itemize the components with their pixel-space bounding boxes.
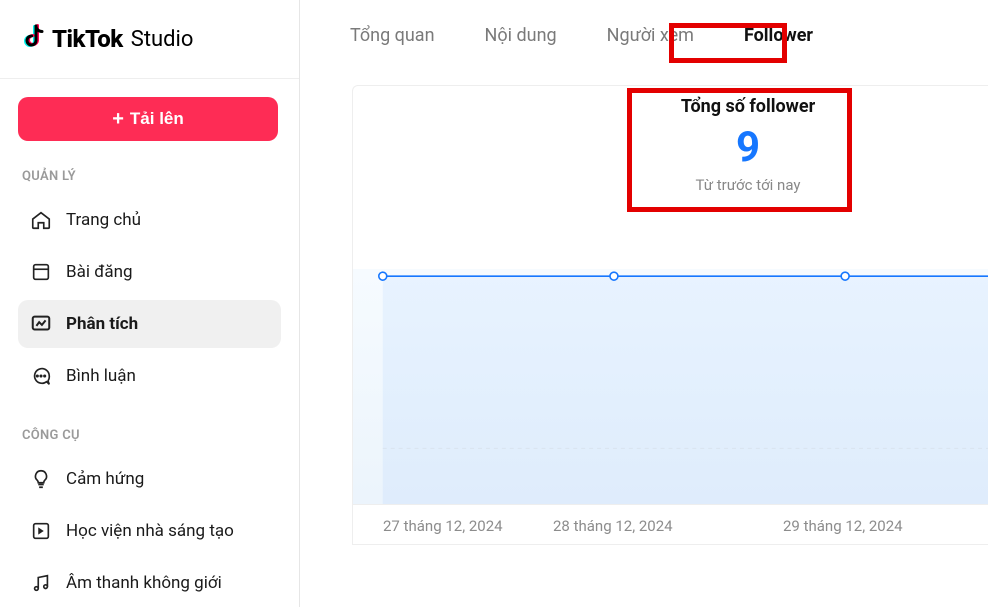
x-label-0: 27 tháng 12, 2024 <box>383 517 503 535</box>
x-label-1: 28 tháng 12, 2024 <box>553 517 673 535</box>
sidebar-item-inspiration[interactable]: Cảm hứng <box>18 455 281 503</box>
tiktok-note-icon <box>22 24 46 55</box>
sidebar-item-label: Bài đăng <box>66 262 133 282</box>
sidebar: TikTok Studio + Tải lên QUẢN LÝ Trang ch… <box>0 0 300 607</box>
analytics-icon <box>30 313 52 335</box>
nav-tools: Cảm hứng Học viện nhà sáng tạo Âm thanh … <box>18 455 281 607</box>
section-manage-label: QUẢN LÝ <box>22 169 281 184</box>
tab-content[interactable]: Nội dung <box>477 19 565 52</box>
section-tools-label: CÔNG CỤ <box>22 428 281 443</box>
upload-button[interactable]: + Tải lên <box>18 97 278 141</box>
posts-icon <box>30 261 52 283</box>
music-icon <box>30 572 52 594</box>
sidebar-item-audio[interactable]: Âm thanh không giới <box>18 559 281 607</box>
sidebar-item-home[interactable]: Trang chủ <box>18 196 281 244</box>
academy-icon <box>30 520 52 542</box>
sidebar-item-label: Cảm hứng <box>66 469 144 489</box>
logo-text-studio: Studio <box>131 27 194 52</box>
sidebar-item-label: Học viện nhà sáng tạo <box>66 521 234 541</box>
x-label-2: 29 tháng 12, 2024 <box>783 517 903 535</box>
chart-x-axis: 27 tháng 12, 2024 28 tháng 12, 2024 29 t… <box>353 504 988 544</box>
lightbulb-icon <box>30 468 52 490</box>
plus-icon: + <box>112 109 124 129</box>
sidebar-item-academy[interactable]: Học viện nhà sáng tạo <box>18 507 281 555</box>
sidebar-item-label: Âm thanh không giới <box>66 573 222 593</box>
logo-area: TikTok Studio <box>0 0 299 79</box>
tiktok-studio-logo[interactable]: TikTok Studio <box>22 24 193 55</box>
logo-text-tiktok: TikTok <box>52 25 123 53</box>
sidebar-item-posts[interactable]: Bài đăng <box>18 248 281 296</box>
highlight-follower-tab <box>669 23 787 63</box>
sidebar-item-label: Trang chủ <box>66 210 141 230</box>
tab-overview[interactable]: Tổng quan <box>342 19 443 52</box>
comments-icon <box>30 365 52 387</box>
nav-manage: Trang chủ Bài đăng Phân tích Bình luận <box>18 196 281 400</box>
sidebar-item-label: Bình luận <box>66 366 136 386</box>
sidebar-item-label: Phân tích <box>66 314 138 334</box>
highlight-stat-card <box>627 88 852 212</box>
sidebar-item-comments[interactable]: Bình luận <box>18 352 281 400</box>
analytics-tabs: Tổng quan Nội dung Người xem Follower <box>300 0 988 70</box>
upload-label: Tải lên <box>130 109 184 129</box>
home-icon <box>30 209 52 231</box>
sidebar-item-analytics[interactable]: Phân tích <box>18 300 281 348</box>
